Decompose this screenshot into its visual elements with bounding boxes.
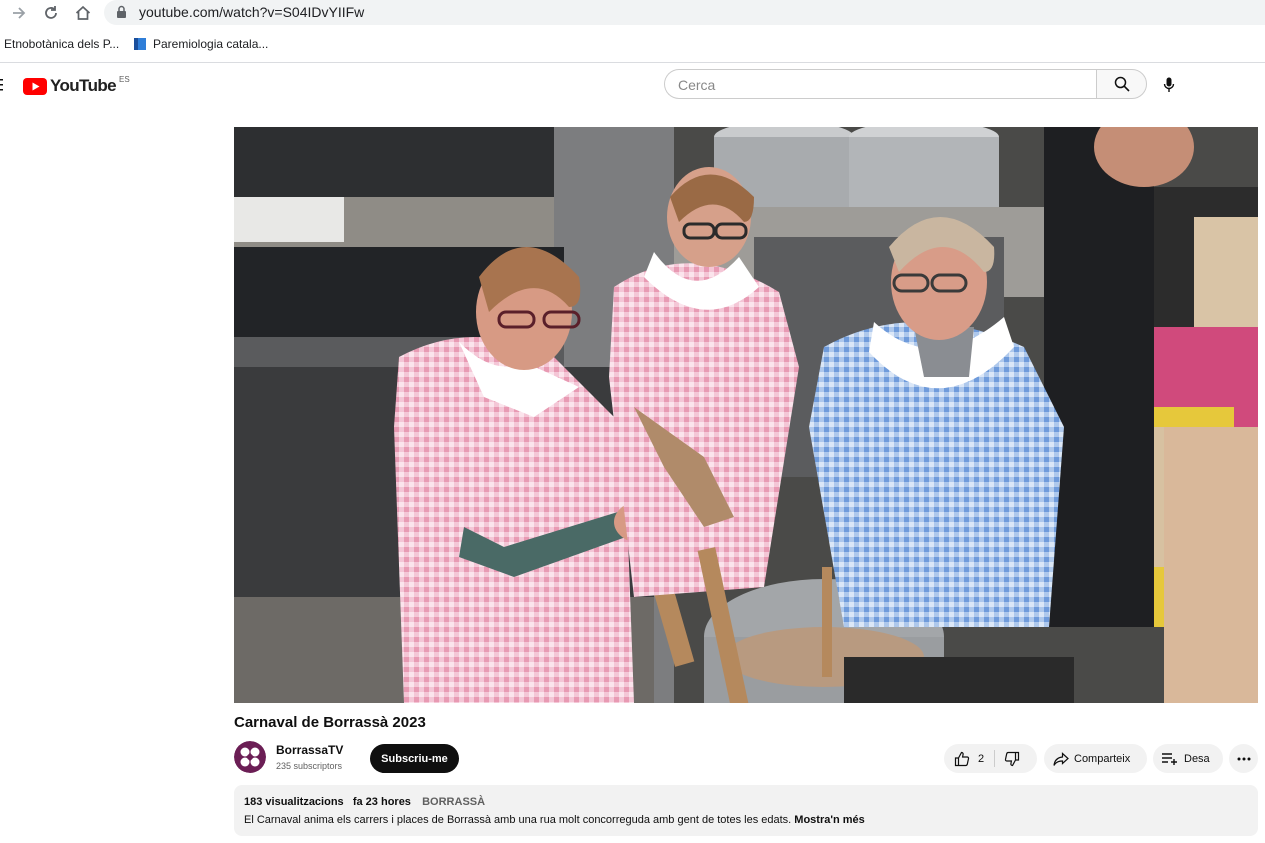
subscriber-count: 235 subscriptors [276,761,343,771]
bookmark-item[interactable]: Paremiologia catala... [133,37,268,51]
description-box[interactable]: 183 visualitzacions fa 23 hores BORRASSÀ… [234,785,1258,836]
like-button[interactable]: 2 [944,744,984,773]
channel-avatar[interactable] [234,741,266,773]
more-actions-button[interactable] [1229,744,1258,773]
description-line: El Carnaval anima els carrers i places d… [244,814,1248,826]
search-input[interactable] [665,70,1080,100]
bookmark-label: Etnobotànica dels P... [4,37,120,51]
channel-logo-icon [234,741,266,773]
like-count: 2 [978,752,985,765]
browser-toolbar: youtube.com/watch?v=S04IDvYIIFw [0,0,1265,26]
subscribe-button[interactable]: Subscriu-me [370,744,459,773]
share-label: Comparteix [1074,752,1131,765]
home-button[interactable] [72,2,94,24]
reload-icon [45,6,57,19]
view-count: 183 visualitzacions [244,796,344,808]
video-frame [234,127,1258,703]
arrow-right-icon [13,7,26,19]
search-button[interactable] [1096,69,1147,99]
address-bar[interactable]: youtube.com/watch?v=S04IDvYIIFw [104,0,1265,25]
guide-menu-button[interactable] [0,78,4,97]
search-icon [1114,76,1130,92]
dislike-button[interactable] [995,744,1020,773]
lock-icon [117,5,126,18]
region-code: ES [119,74,130,84]
video-meta: 183 visualitzacions fa 23 hores BORRASSÀ [244,796,1248,808]
home-icon [75,5,91,20]
save-button[interactable]: Desa [1153,744,1223,773]
show-more-link[interactable]: Mostra'n més [794,814,864,826]
upload-date: fa 23 hores [352,796,411,808]
channel-name[interactable]: BorrassaTV [276,743,343,757]
video-player[interactable] [234,127,1258,703]
search-box [664,69,1096,100]
save-label: Desa [1184,752,1210,765]
share-button[interactable]: Comparteix [1044,744,1147,773]
like-dislike-group: 2 [944,744,1037,773]
hashtag-link[interactable]: BORRASSÀ [422,796,485,808]
youtube-play-logo-icon [23,77,47,95]
more-horizontal-icon [1237,757,1250,760]
menu-icon [0,79,3,91]
voice-search-button[interactable] [1158,74,1180,96]
bookmarks-bar: Etnobotànica dels P... Paremiologia cata… [0,30,1265,58]
bookmark-item[interactable]: Etnobotànica dels P... [4,37,119,51]
url-text: youtube.com/watch?v=S04IDvYIIFw [139,4,365,20]
playlist-add-icon [1162,752,1177,765]
bookmark-favicon-icon [134,38,146,50]
youtube-logo[interactable]: YouTube ES [23,74,130,96]
logo-wordmark: YouTube [50,76,117,95]
thumbs-down-icon [1004,751,1020,766]
forward-button[interactable] [8,2,30,24]
bookmark-label: Paremiologia catala... [153,37,269,51]
thumbs-up-icon [954,751,970,766]
share-icon [1053,751,1069,766]
video-title: Carnaval de Borrassà 2023 [234,714,426,731]
microphone-icon [1163,77,1175,92]
description-text: El Carnaval anima els carrers i places d… [244,814,792,826]
bookmarks-divider [0,62,1265,63]
reload-button[interactable] [40,2,62,24]
